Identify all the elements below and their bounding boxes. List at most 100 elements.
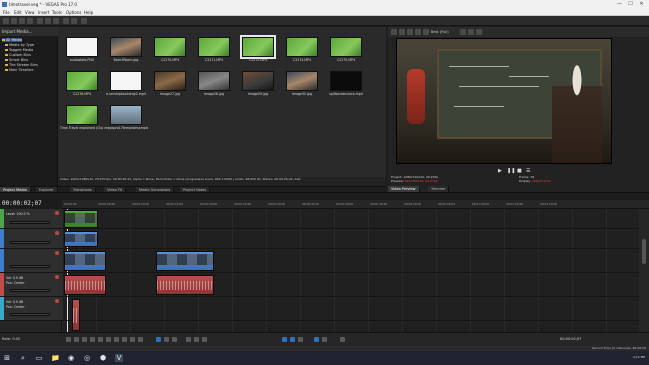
prev-frame-icon[interactable] <box>130 337 135 342</box>
undo-icon[interactable] <box>63 18 69 24</box>
media-item[interactable]: audiostats.PNG <box>60 37 104 62</box>
file-explorer-icon[interactable]: 📁 <box>51 354 60 362</box>
play-icon[interactable] <box>90 337 95 342</box>
ignore-grouping-icon[interactable] <box>314 337 319 342</box>
media-item[interactable]: e-vershipbackdrop2.mp4 <box>104 71 148 96</box>
task-view-icon[interactable]: ▭ <box>35 354 43 362</box>
browser-icon[interactable]: ◎ <box>83 354 91 362</box>
track-area[interactable] <box>62 209 639 333</box>
loop-icon[interactable] <box>74 337 79 342</box>
audio-track-row[interactable] <box>62 297 639 321</box>
open-icon[interactable] <box>11 18 17 24</box>
audio-track-header[interactable]: Vol: 0.0 dB Pan: Center <box>0 297 62 321</box>
mute-icon[interactable] <box>55 211 59 215</box>
media-tree-node[interactable]: Smart Bins <box>5 58 28 62</box>
track-level-slider[interactable] <box>10 221 50 224</box>
media-item[interactable]: C2275.MP4 <box>324 37 368 62</box>
media-item[interactable]: Back1Room.jpg <box>104 37 148 62</box>
menu-insert[interactable]: Insert <box>38 10 49 15</box>
media-item[interactable]: Time Travel explained (Clip from the mov… <box>60 105 104 130</box>
media-item[interactable]: C2274.MP4 <box>280 37 324 62</box>
preview-settings-icon[interactable] <box>391 29 397 35</box>
scrollbar-thumb[interactable] <box>642 239 646 264</box>
media-tree-node[interactable]: Custom Bins <box>5 53 31 57</box>
stop-icon[interactable] <box>106 337 111 342</box>
track-level-slider[interactable] <box>10 265 50 268</box>
menu-options[interactable]: Options <box>66 10 81 15</box>
overlay-icon[interactable] <box>407 29 413 35</box>
minimize-button[interactable]: — <box>616 1 623 8</box>
track-level-slider[interactable] <box>10 313 50 316</box>
mute-icon[interactable] <box>55 231 59 235</box>
menu-tools[interactable]: Tools <box>52 10 62 15</box>
maximize-button[interactable]: ☐ <box>627 1 634 8</box>
play-from-start-icon[interactable] <box>82 337 87 342</box>
split-screen-icon[interactable] <box>399 29 405 35</box>
selection-tool-icon[interactable] <box>172 337 177 342</box>
go-to-end-icon[interactable] <box>122 337 127 342</box>
delete-icon[interactable] <box>186 337 191 342</box>
media-item[interactable]: vegaspro17templatesample.mp4 <box>104 105 148 130</box>
media-item[interactable]: splitscreenclock.mp4 <box>324 71 368 96</box>
save-snapshot-icon[interactable] <box>476 29 482 35</box>
media-tree-node[interactable]: Tagged Media <box>5 48 33 52</box>
video-event[interactable] <box>64 231 98 247</box>
cut-icon[interactable] <box>37 18 43 24</box>
snapping-icon[interactable] <box>282 337 287 342</box>
video-event[interactable] <box>64 210 98 228</box>
split-icon[interactable] <box>202 337 207 342</box>
vegas-icon[interactable]: V <box>115 354 123 362</box>
app-icon[interactable]: ⬢ <box>99 354 107 362</box>
audio-event[interactable] <box>64 275 106 295</box>
timeline-timecode[interactable]: 00:00:02;07 <box>2 200 42 207</box>
save-icon[interactable] <box>19 18 25 24</box>
pause-icon[interactable]: ❚❚ <box>507 168 515 174</box>
media-item[interactable]: Image29.jpg <box>236 71 280 96</box>
redo-icon[interactable] <box>71 18 77 24</box>
timeline-ruler[interactable]: 00:00:00 00:00:05;00 00:00:10;00 00:00:15;0… <box>62 200 649 209</box>
audio-event[interactable] <box>156 275 214 295</box>
close-button[interactable]: ✕ <box>638 1 645 8</box>
external-monitor-icon[interactable] <box>415 29 421 35</box>
trim-icon[interactable] <box>194 337 199 342</box>
copy-icon[interactable] <box>45 18 51 24</box>
menu-edit[interactable]: Edit <box>14 10 22 15</box>
new-project-icon[interactable] <box>3 18 9 24</box>
stop-icon[interactable]: ■ <box>517 168 522 174</box>
chrome-icon[interactable]: ◉ <box>67 354 75 362</box>
video-event[interactable] <box>64 251 106 271</box>
auto-ripple-icon[interactable] <box>290 337 295 342</box>
paste-icon[interactable] <box>53 18 59 24</box>
grid-icon[interactable] <box>460 29 466 35</box>
video-track-header[interactable] <box>0 249 62 273</box>
mute-icon[interactable] <box>55 299 59 303</box>
mute-icon[interactable] <box>55 275 59 279</box>
menu-file[interactable]: File <box>3 10 10 15</box>
media-item[interactable]: Image28.jpg <box>192 71 236 96</box>
video-track-header[interactable]: Level: 100.0 % <box>0 209 62 229</box>
play-icon[interactable]: ▶ <box>498 168 502 174</box>
marker-icon[interactable] <box>340 337 345 342</box>
video-track-row[interactable] <box>62 209 639 229</box>
media-tree-node[interactable]: All Media <box>2 38 22 42</box>
preview-fx-icon[interactable] <box>423 29 429 35</box>
search-icon[interactable]: ⌕ <box>19 354 27 362</box>
envelope-tool-icon[interactable] <box>164 337 169 342</box>
next-frame-icon[interactable] <box>138 337 143 342</box>
track-level-slider[interactable] <box>10 289 50 292</box>
video-track-row[interactable] <box>62 249 639 273</box>
audio-track-row[interactable] <box>62 273 639 297</box>
media-item[interactable]: C2276.MP4 <box>60 71 104 96</box>
properties-icon[interactable] <box>27 18 33 24</box>
media-item[interactable]: C2272.MP4 <box>236 35 280 62</box>
preview-quality-dropdown[interactable]: Best (Full) <box>431 30 449 34</box>
audio-track-header[interactable]: Vol: 0.0 dB Pan: Center <box>0 273 62 297</box>
menu-help[interactable]: Help <box>84 10 93 15</box>
mute-icon[interactable] <box>55 251 59 255</box>
help-icon[interactable] <box>81 18 87 24</box>
lock-envelopes-icon[interactable] <box>298 337 303 342</box>
audio-event[interactable] <box>72 299 80 331</box>
media-tree-node[interactable]: Media by Type <box>5 43 34 47</box>
record-icon[interactable] <box>66 337 71 342</box>
media-item[interactable]: C2271.MP4 <box>192 37 236 62</box>
